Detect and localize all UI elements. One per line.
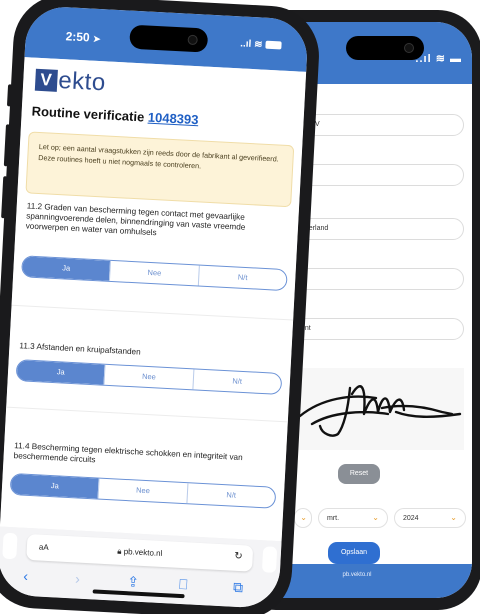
camera-icon <box>187 34 198 46</box>
logo-text: ekto <box>57 66 107 97</box>
month-value: mrt. <box>327 515 340 522</box>
option-nvt[interactable]: N/t <box>192 369 282 394</box>
action-button <box>6 84 13 107</box>
status-icons: ..ıl ≋ <box>240 38 282 51</box>
answer-segmented-control: Ja Nee N/t <box>21 255 288 292</box>
page-title: Routine verificatie 1048393 <box>31 104 199 128</box>
option-nee[interactable]: Nee <box>103 364 194 390</box>
option-ja[interactable]: Ja <box>10 474 99 499</box>
question-title: 11.4 Bescherming tegen elektrische schok… <box>13 441 243 465</box>
signature-drawing <box>298 385 462 437</box>
chevron-down-icon: ⌄ <box>372 513 379 522</box>
address-field[interactable] <box>292 164 464 186</box>
browser-toolbar: aA 🔒︎ pb.vekto.nl ↻ ‹ › ⇪ ⎕ ⧉ <box>0 526 282 610</box>
option-ja[interactable]: Ja <box>16 360 105 385</box>
battery-icon <box>265 41 282 50</box>
year-select[interactable]: 2024 ⌄ <box>394 508 466 528</box>
time-text: 2:50 <box>65 29 91 45</box>
answer-segmented-control: Ja Nee N/t <box>9 472 277 509</box>
address-bar[interactable]: aA 🔒︎ pb.vekto.nl ↻ <box>26 533 254 572</box>
url-value: pb.vekto.nl <box>123 546 163 558</box>
forward-icon[interactable]: › <box>75 570 81 586</box>
chevron-down-icon: ⌄ <box>300 513 307 522</box>
dynamic-island <box>129 24 209 53</box>
question-title: 11.2 Graden van bescherming tegen contac… <box>25 201 246 238</box>
location-arrow-icon: ➤ <box>92 33 101 45</box>
notice-box: Let op; een aantal vraagstukken zijn ree… <box>25 131 295 208</box>
back-dynamic-island <box>346 36 424 60</box>
vekto-logo[interactable]: Vekto <box>34 66 107 98</box>
option-nvt[interactable]: N/t <box>197 265 287 291</box>
save-button[interactable]: Opslaan <box>328 542 380 564</box>
page-title-text: Routine verificatie <box>31 103 145 125</box>
share-icon[interactable]: ⇪ <box>127 573 140 591</box>
answer-segmented-control: Ja Nee N/t <box>15 359 283 395</box>
wifi-icon: ≋ <box>435 53 446 65</box>
back-icon[interactable]: ‹ <box>23 568 29 584</box>
chevron-down-icon: ⌄ <box>450 513 457 522</box>
option-nvt[interactable]: N/t <box>186 483 276 508</box>
signal-icon: ..ıl <box>239 38 252 50</box>
signature-pad[interactable] <box>292 368 464 450</box>
status-time: 2:50 ➤ <box>65 29 101 45</box>
signal-icon: ..ıl <box>415 53 432 65</box>
url-text: 🔒︎ pb.vekto.nl <box>27 542 253 564</box>
city-field[interactable] <box>292 268 464 290</box>
tabs-icon[interactable]: ⧉ <box>233 579 244 597</box>
wifi-icon: ≋ <box>253 39 263 51</box>
year-value: 2024 <box>403 515 419 522</box>
company-field[interactable]: rijf BV <box>292 114 464 136</box>
next-tab-peek[interactable] <box>261 546 278 573</box>
camera-icon <box>404 43 414 53</box>
volume-up-button <box>3 124 10 167</box>
country-field[interactable]: ederland <box>292 218 464 240</box>
divider <box>11 304 294 321</box>
divider <box>6 406 288 423</box>
battery-icon: ▬ <box>450 53 462 65</box>
option-nee[interactable]: Nee <box>109 260 199 286</box>
name-field[interactable]: ent <box>292 318 464 340</box>
web-page: Vekto Routine verificatie 1048393 Let op… <box>0 57 307 542</box>
day-select[interactable]: ⌄ <box>294 508 312 528</box>
previous-tab-peek[interactable] <box>2 532 18 560</box>
reload-icon[interactable]: ↻ <box>234 551 243 562</box>
phone-front: 2:50 ➤ ..ıl ≋ Vekto Routine verificatie … <box>0 0 322 614</box>
front-screen: 2:50 ➤ ..ıl ≋ Vekto Routine verificatie … <box>0 5 309 610</box>
reset-button[interactable]: Reset <box>338 464 380 484</box>
option-nee[interactable]: Nee <box>97 478 188 504</box>
verification-number-link[interactable]: 1048393 <box>148 110 199 128</box>
month-select[interactable]: mrt. ⌄ <box>318 508 388 528</box>
lock-icon: 🔒︎ <box>116 546 122 556</box>
logo-mark: V <box>34 68 58 92</box>
volume-down-button <box>1 176 8 219</box>
back-status-icons: ..ıl ≋ ▬ <box>415 52 462 65</box>
option-ja[interactable]: Ja <box>22 256 111 281</box>
bookmarks-icon[interactable]: ⎕ <box>179 576 188 593</box>
